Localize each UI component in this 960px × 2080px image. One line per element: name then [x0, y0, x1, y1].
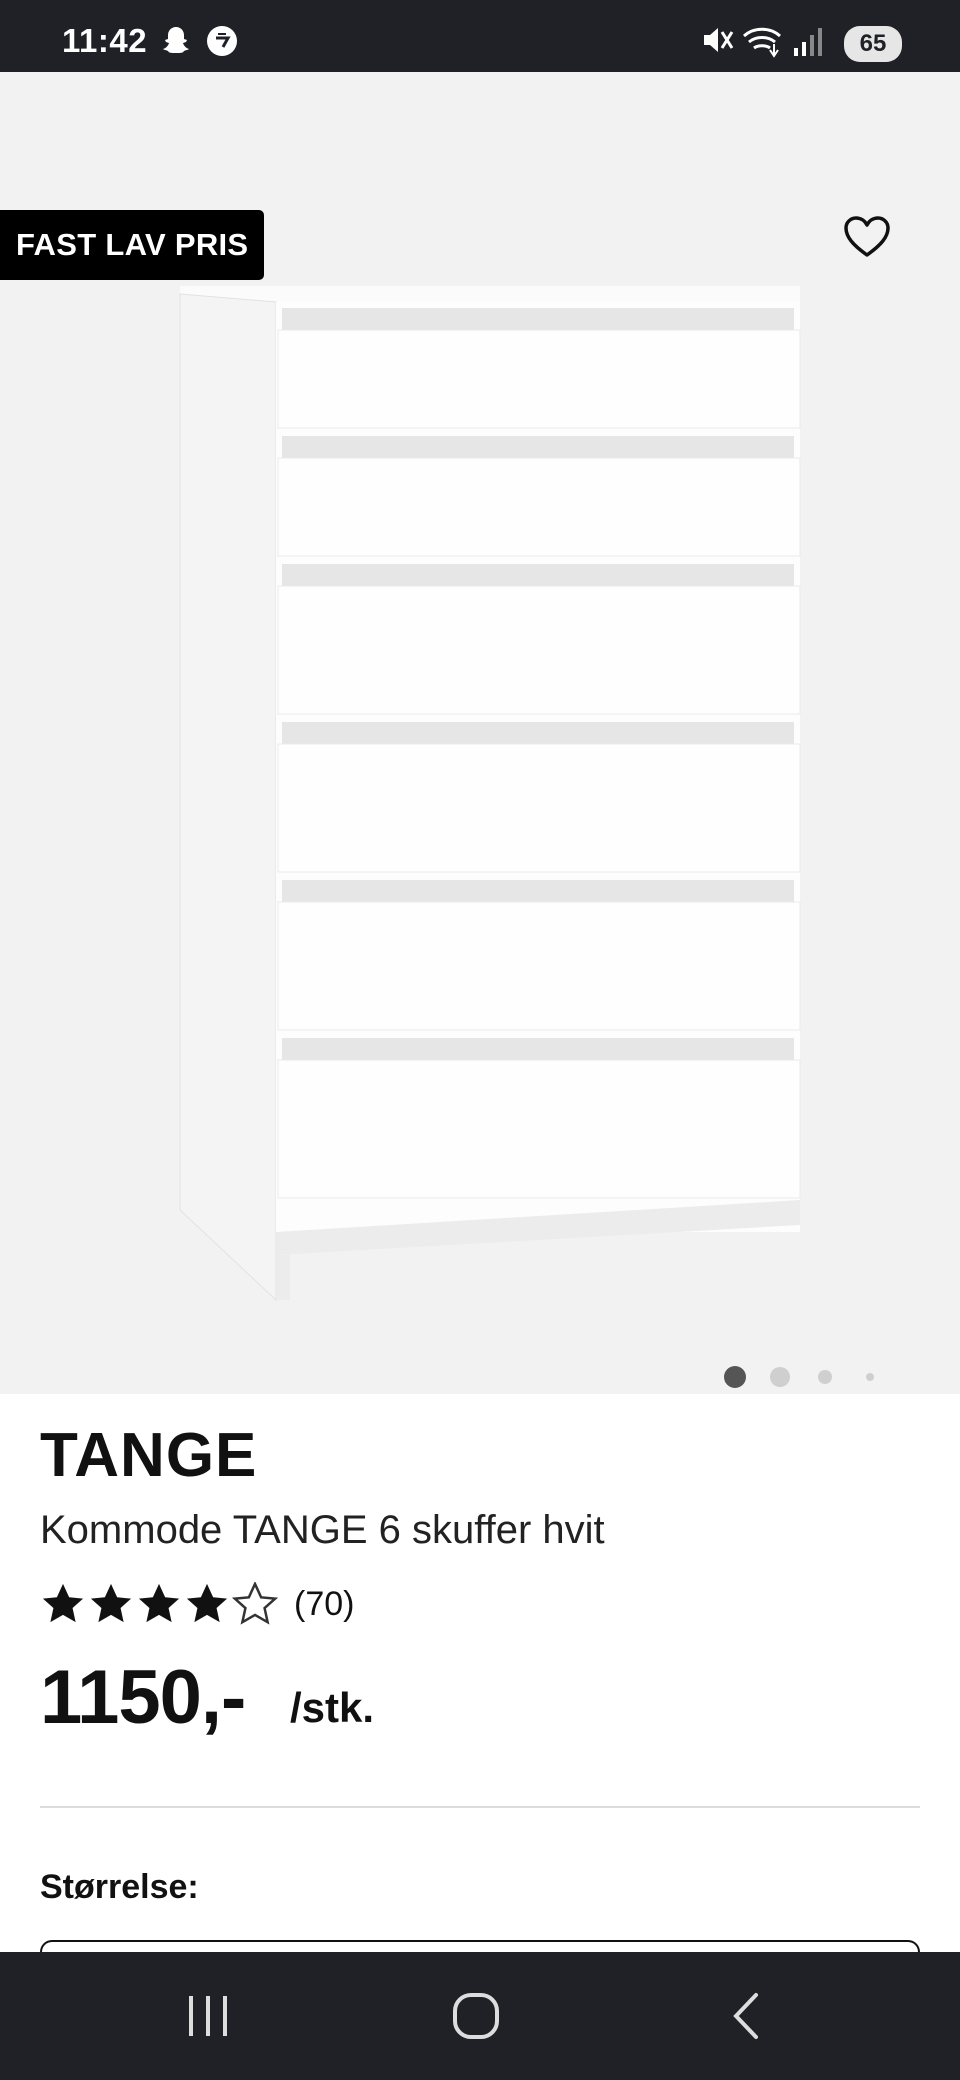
status-bar: 11:42 65	[0, 0, 960, 72]
drawer-front	[277, 743, 801, 873]
drawer-handle	[282, 722, 794, 744]
carousel-indicator	[724, 1362, 874, 1392]
home-icon	[453, 1993, 499, 2039]
carousel-dot[interactable]	[770, 1367, 790, 1387]
product-brand: TANGE	[40, 1421, 258, 1490]
drawer-front	[277, 1059, 801, 1199]
snapchat-icon	[163, 27, 189, 53]
rating[interactable]: (70)	[40, 1576, 354, 1632]
drawer-front	[277, 585, 801, 715]
status-left-icons	[160, 24, 244, 56]
recent-apps-icon	[189, 1996, 227, 2036]
drawer-handle	[282, 880, 794, 902]
heart-icon	[844, 216, 890, 257]
star-filled-icon	[42, 1583, 84, 1623]
home-button[interactable]	[436, 1988, 516, 2044]
review-count[interactable]: (70)	[294, 1585, 354, 1624]
star-filled-icon	[186, 1583, 228, 1623]
star-filled-icon	[90, 1583, 132, 1623]
rating-stars	[40, 1582, 278, 1626]
signal-icon	[794, 28, 822, 56]
recent-apps-button[interactable]	[168, 1988, 248, 2044]
size-label: Størrelse:	[40, 1868, 199, 1906]
mute-icon	[704, 28, 734, 52]
star-filled-icon	[138, 1583, 180, 1623]
product-name: Kommode TANGE 6 skuffer hvit	[40, 1508, 605, 1552]
battery-indicator: 65	[844, 26, 902, 62]
back-icon	[733, 1993, 758, 2039]
status-time: 11:42	[62, 22, 148, 59]
status-right-icons	[700, 22, 830, 58]
carousel-dot-active[interactable]	[724, 1366, 746, 1388]
carousel-dot[interactable]	[866, 1373, 874, 1381]
drawer-handle	[282, 564, 794, 586]
divider	[40, 1806, 920, 1808]
navigation-bar	[0, 1952, 960, 2080]
product-image-carousel[interactable]: FAST LAV PRIS	[0, 72, 960, 1394]
favorite-button[interactable]	[838, 208, 896, 266]
drawer-front	[277, 901, 801, 1031]
drawer-front	[277, 457, 801, 557]
back-button[interactable]	[706, 1988, 786, 2044]
messenger-icon	[207, 26, 237, 56]
carousel-dot[interactable]	[818, 1370, 832, 1384]
price-unit: /stk.	[290, 1684, 375, 1731]
product-price: 1150,-	[40, 1655, 246, 1740]
drawer-handle	[282, 1038, 794, 1060]
drawer-handle	[282, 436, 794, 458]
drawer-front	[277, 329, 801, 429]
dresser-image	[179, 286, 801, 1302]
star-empty-icon	[232, 1582, 278, 1625]
drawer-handle	[282, 308, 794, 330]
wifi-icon	[742, 27, 782, 58]
